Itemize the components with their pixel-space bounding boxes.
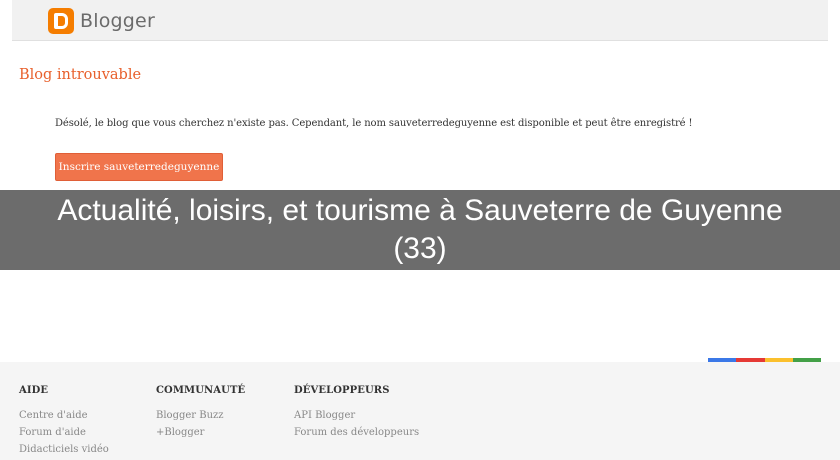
header-bar: Blogger bbox=[12, 0, 828, 41]
footer-link-plus-blogger[interactable]: +Blogger bbox=[156, 424, 245, 441]
footer-color-bar bbox=[708, 358, 821, 362]
blogger-logo[interactable]: Blogger bbox=[48, 8, 155, 34]
footer-link-blogger-buzz[interactable]: Blogger Buzz bbox=[156, 407, 245, 424]
footer-heading-aide: AIDE bbox=[19, 385, 49, 396]
footer bbox=[0, 362, 840, 460]
footer-link-forum-aide[interactable]: Forum d'aide bbox=[19, 424, 109, 441]
color-bar-red bbox=[736, 358, 765, 362]
page: Blogger Blog introuvable Désolé, le blog… bbox=[0, 0, 840, 460]
logo-text: Blogger bbox=[80, 10, 155, 32]
page-title: Blog introuvable bbox=[19, 67, 142, 83]
color-bar-yellow bbox=[764, 358, 793, 362]
footer-column-developpeurs: DÉVELOPPEURS API Blogger Forum des dével… bbox=[294, 385, 419, 441]
caption-text: Actualité, loisirs, et tourisme à Sauvet… bbox=[57, 194, 783, 265]
color-bar-blue bbox=[708, 358, 737, 362]
footer-heading-communaute: COMMUNAUTÉ bbox=[156, 385, 246, 396]
footer-heading-developpeurs: DÉVELOPPEURS bbox=[294, 385, 390, 396]
footer-column-aide: AIDE Centre d'aide Forum d'aide Didactic… bbox=[19, 385, 109, 458]
register-blog-button[interactable]: Inscrire sauveterredeguyenne bbox=[55, 153, 223, 181]
footer-column-communaute: COMMUNAUTÉ Blogger Buzz +Blogger bbox=[156, 385, 245, 441]
not-found-message: Désolé, le blog que vous cherchez n'exis… bbox=[55, 118, 693, 129]
footer-link-centre-aide[interactable]: Centre d'aide bbox=[19, 407, 109, 424]
blogger-icon bbox=[48, 8, 74, 34]
footer-link-forum-dev[interactable]: Forum des développeurs bbox=[294, 424, 419, 441]
color-bar-green bbox=[792, 358, 821, 362]
footer-link-didacticiels[interactable]: Didacticiels vidéo bbox=[19, 441, 109, 458]
caption-overlay: Actualité, loisirs, et tourisme à Sauvet… bbox=[0, 190, 840, 270]
footer-link-api-blogger[interactable]: API Blogger bbox=[294, 407, 419, 424]
